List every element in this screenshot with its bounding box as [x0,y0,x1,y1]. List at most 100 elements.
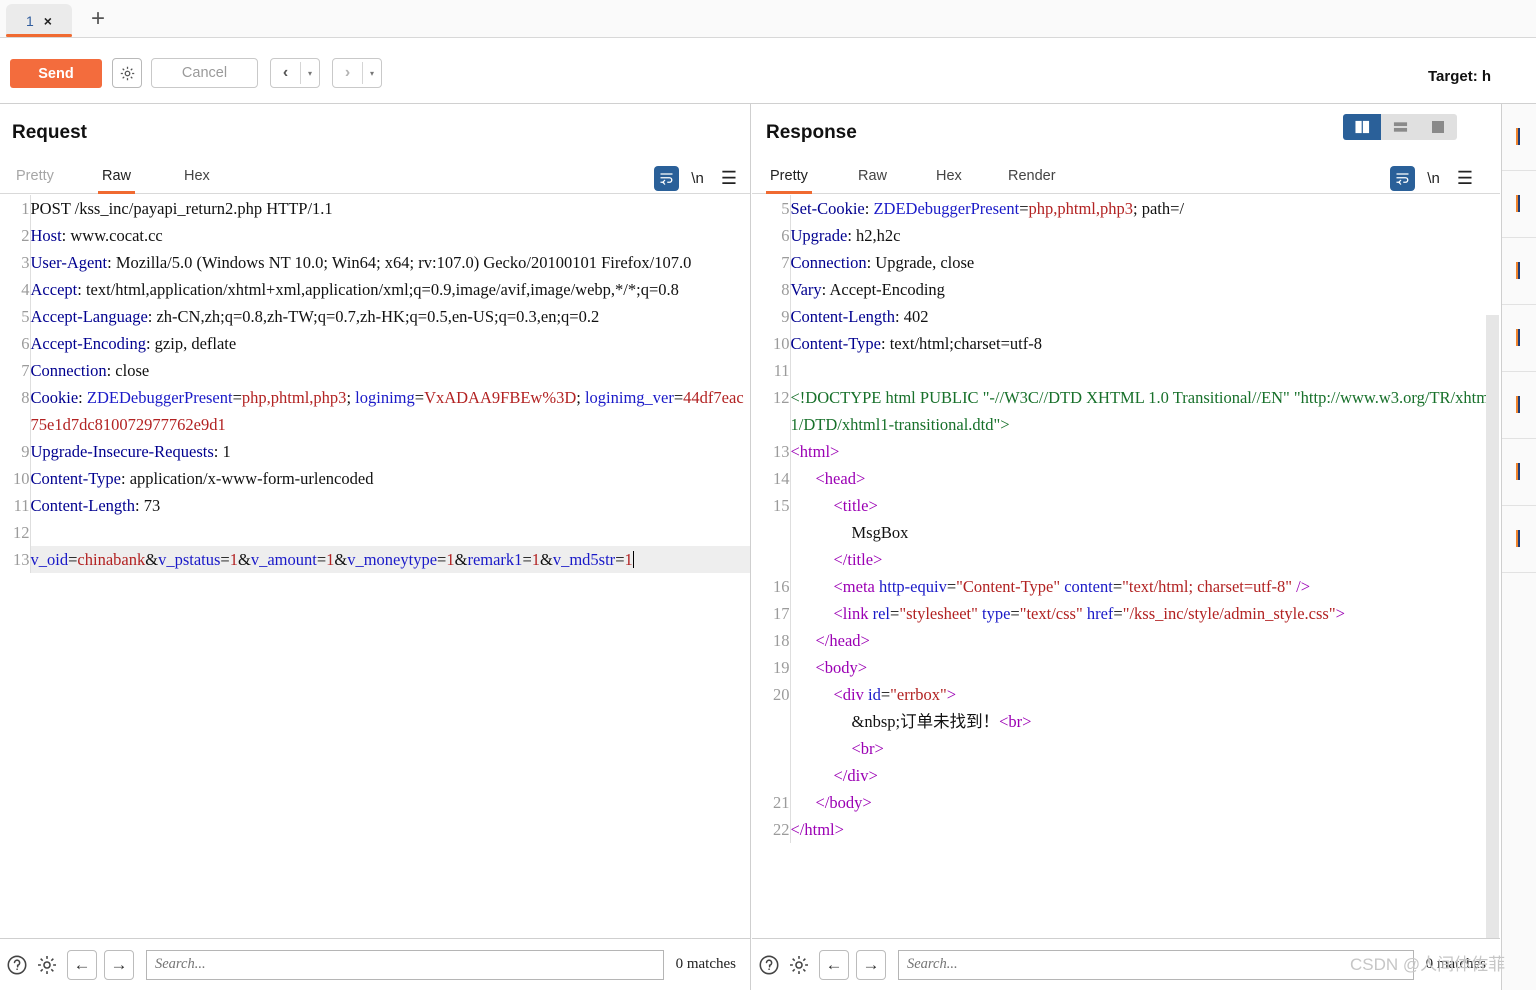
code-line: 17 <link rel="stylesheet" type="text/css"… [752,600,1500,627]
inspector-section[interactable] [1502,171,1536,238]
code-line-content[interactable]: <title> [790,492,1500,519]
code-line-content[interactable]: Content-Type: application/x-www-form-url… [30,465,750,492]
word-wrap-icon[interactable] [1390,166,1416,191]
layout-side-by-side-button[interactable] [1343,114,1381,140]
tab-request-hex[interactable]: Hex [180,165,214,194]
help-icon[interactable] [756,952,782,978]
code-line-content[interactable]: v_oid=chinabank&v_pstatus=1&v_amount=1&v… [30,546,750,573]
code-line: 8 Cookie: ZDEDebuggerPresent=php,phtml,ph… [0,384,750,438]
tab-response-pretty[interactable]: Pretty [766,165,812,194]
code-token: = [1010,604,1020,623]
code-line: 5 Accept-Language: zh-CN,zh;q=0.8,zh-TW;q… [0,303,750,330]
code-line-content[interactable]: <meta http-equiv="Content-Type" content=… [790,573,1500,600]
code-line-content[interactable] [30,519,750,546]
code-line-content[interactable]: MsgBox [790,519,1500,546]
code-line-content[interactable]: Upgrade-Insecure-Requests: 1 [30,438,750,465]
plus-icon[interactable]: + [86,7,110,32]
code-line-content[interactable]: <html> [790,438,1500,465]
code-line-content[interactable]: </div> [790,762,1500,789]
send-button[interactable]: Send [10,59,102,88]
cancel-button[interactable]: Cancel [151,58,258,88]
settings-gear-icon[interactable] [786,952,812,978]
close-icon[interactable]: × [44,14,52,28]
layout-single-button[interactable] [1419,114,1457,140]
settings-gear-icon[interactable] [34,952,60,978]
request-tool-icons: \n ☰ [654,166,742,194]
code-line: 13 <html> [752,438,1500,465]
code-line-content[interactable]: Connection: Upgrade, close [790,249,1500,276]
layout-stacked-button[interactable] [1381,114,1419,140]
inspector-section[interactable] [1502,104,1536,171]
code-line-content[interactable]: <link rel="stylesheet" type="text/css" h… [790,600,1500,627]
code-line-content[interactable]: Connection: close [30,357,750,384]
code-line-content[interactable]: </title> [790,546,1500,573]
search-next-button[interactable]: → [104,949,134,980]
repeater-tab-1[interactable]: 1 × [6,4,72,37]
code-line-content[interactable]: Content-Length: 73 [30,492,750,519]
code-line-content[interactable]: <div id="errbox"> [790,681,1500,708]
newline-toggle-icon[interactable]: \n [1420,170,1448,187]
code-line-content[interactable]: <!DOCTYPE html PUBLIC "-//W3C//DTD XHTML… [790,384,1500,438]
chevron-down-icon[interactable]: ▾ [301,69,319,78]
inspector-icon [1516,396,1520,413]
code-line-content[interactable]: Cookie: ZDEDebuggerPresent=php,phtml,php… [30,384,750,438]
inspector-section[interactable] [1502,372,1536,439]
inspector-section[interactable] [1502,506,1536,573]
code-line-content[interactable]: </head> [790,627,1500,654]
code-token: Set-Cookie [790,199,865,218]
tab-active-underline [6,34,72,37]
tab-request-pretty[interactable]: Pretty [12,165,58,194]
code-line: 2 Host: www.cocat.cc [0,222,750,249]
inspector-section[interactable] [1502,305,1536,372]
forward-button[interactable]: › ▾ [332,58,382,88]
hamburger-menu-icon[interactable]: ☰ [716,168,742,189]
code-line-content[interactable]: POST /kss_inc/payapi_return2.php HTTP/1.… [30,195,750,222]
target-label: Target: h [1428,68,1492,85]
inspector-section[interactable] [1502,238,1536,305]
newline-toggle-icon[interactable]: \n [684,170,712,187]
code-line-content[interactable]: <head> [790,465,1500,492]
help-icon[interactable] [4,952,30,978]
response-vertical-scrollbar[interactable] [1486,315,1499,938]
code-line-content[interactable]: Accept: text/html,application/xhtml+xml,… [30,276,750,303]
tab-response-render[interactable]: Render [1004,165,1060,194]
code-line-content[interactable]: <br> [790,735,1500,762]
code-line-content[interactable]: &nbsp;订单未找到！<br> [790,708,1500,735]
code-line-content[interactable]: Accept-Encoding: gzip, deflate [30,330,750,357]
code-line-content[interactable]: Host: www.cocat.cc [30,222,750,249]
response-search-input[interactable] [898,949,1414,980]
search-prev-button[interactable]: ← [819,949,849,980]
code-token: <html> [790,442,840,461]
tab-response-raw[interactable]: Raw [854,165,891,194]
line-number: 10 [0,465,31,492]
code-line-content[interactable]: </html> [790,816,1500,843]
line-number: 12 [752,384,791,438]
tab-request-raw[interactable]: Raw [98,165,136,194]
code-line-content[interactable]: Accept-Language: zh-CN,zh;q=0.8,zh-TW;q=… [30,303,750,330]
line-number: 17 [752,600,791,627]
code-token: v_moneytype [347,550,438,569]
response-code-area[interactable]: 5 Set-Cookie: ZDEDebuggerPresent=php,phtm… [752,195,1500,938]
word-wrap-icon[interactable] [654,166,680,191]
chevron-down-icon[interactable]: ▾ [363,69,381,78]
code-line-content[interactable] [790,357,1500,384]
code-line: 16 <meta http-equiv="Content-Type" conten… [752,573,1500,600]
hamburger-menu-icon[interactable]: ☰ [1452,168,1478,189]
code-line-content[interactable]: Upgrade: h2,h2c [790,222,1500,249]
search-prev-button[interactable]: ← [67,949,97,980]
code-line-content[interactable]: Content-Type: text/html;charset=utf-8 [790,330,1500,357]
code-line: &nbsp;订单未找到！<br> [752,708,1500,735]
gear-icon[interactable] [112,58,142,88]
code-line-content[interactable]: Content-Length: 402 [790,303,1500,330]
code-line-content[interactable]: User-Agent: Mozilla/5.0 (Windows NT 10.0… [30,249,750,276]
code-line-content[interactable]: </body> [790,789,1500,816]
request-search-input[interactable] [146,949,664,980]
request-code-area[interactable]: 1 POST /kss_inc/payapi_return2.php HTTP/1… [0,195,750,938]
back-button[interactable]: ‹ ▾ [270,58,320,88]
search-next-button[interactable]: → [856,949,886,980]
tab-response-hex[interactable]: Hex [932,165,966,194]
inspector-section[interactable] [1502,439,1536,506]
code-line-content[interactable]: Vary: Accept-Encoding [790,276,1500,303]
code-line-content[interactable]: Set-Cookie: ZDEDebuggerPresent=php,phtml… [790,195,1500,222]
code-line-content[interactable]: <body> [790,654,1500,681]
